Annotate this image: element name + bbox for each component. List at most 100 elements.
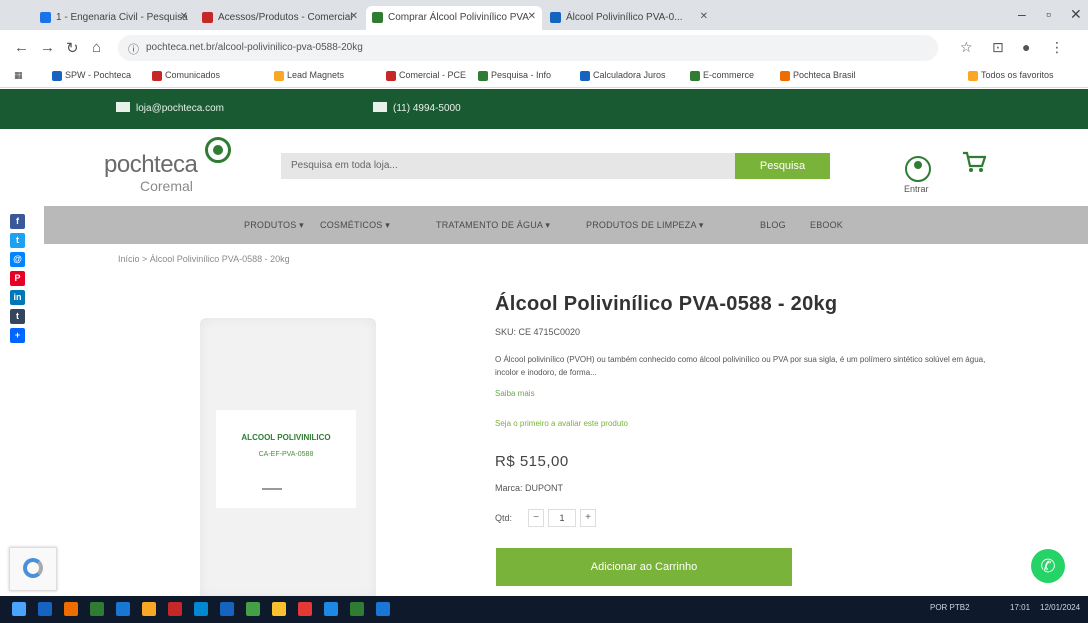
menu-kebab-icon[interactable]: ⋮ [1050, 39, 1064, 56]
phone-contact[interactable]: (11) 4994-5000 [373, 102, 461, 114]
nav-item[interactable]: BLOG [760, 220, 786, 230]
home-icon[interactable]: ⌂ [92, 39, 101, 56]
pinterest-icon[interactable]: P [10, 271, 25, 286]
email-contact[interactable]: loja@pochteca.com [116, 102, 224, 114]
bookmark-item[interactable]: Pesquisa - Info [478, 70, 552, 81]
taskbar-app-icon[interactable] [246, 602, 260, 616]
taskbar-app-icon[interactable] [220, 602, 234, 616]
site-top-bar: loja@pochteca.com (11) 4994-5000 [0, 89, 1088, 129]
browser-tab[interactable]: Comprar Álcool Polivinílico PVA ✕ [366, 6, 542, 30]
product-price: R$ 515,00 [495, 453, 569, 470]
browser-tab[interactable]: Álcool Polivinílico PVA-0... ✕ [544, 6, 714, 30]
quantity-increase-button[interactable]: + [580, 509, 596, 527]
taskbar-app-icon[interactable] [142, 602, 156, 616]
bookmark-label: Comunicados [165, 70, 221, 80]
user-login-label[interactable]: Entrar [904, 184, 929, 194]
taskbar-app-icon[interactable] [272, 602, 286, 616]
twitter-icon[interactable]: t [10, 233, 25, 248]
profile-icon[interactable]: ● [1022, 39, 1030, 55]
close-window-icon[interactable]: ✕ [1070, 6, 1082, 23]
bookmark-item[interactable]: Calculadora Juros [580, 70, 666, 81]
nav-item[interactable]: COSMÉTICOS ▾ [320, 220, 390, 231]
tab-close-icon[interactable]: ✕ [180, 11, 188, 22]
nav-item[interactable]: PRODUTOS DE LIMPEZA ▾ [586, 220, 704, 231]
forward-icon[interactable]: → [40, 39, 55, 56]
category-nav: PRODUTOS ▾ COSMÉTICOS ▾ TRATAMENTO DE ÁGUA… [44, 206, 1088, 244]
taskbar-app-icon[interactable] [38, 602, 52, 616]
taskbar-app-icon[interactable] [64, 602, 78, 616]
review-link[interactable]: Seja o primeiro a avaliar este produto [495, 419, 628, 428]
apps-icon[interactable]: ▦ [14, 70, 23, 81]
tab-close-icon[interactable]: ✕ [350, 11, 358, 22]
tab-close-icon[interactable]: ✕ [700, 11, 708, 22]
whatsapp-icon[interactable]: ✆ [1031, 549, 1065, 583]
nav-item[interactable]: TRATAMENTO DE ÁGUA ▾ [436, 220, 550, 231]
email-icon[interactable]: @ [10, 252, 25, 267]
maximize-icon[interactable]: ▫ [1046, 6, 1051, 22]
bookmark-star-icon[interactable]: ☆ [960, 39, 973, 56]
extensions-icon[interactable]: ⊡ [992, 39, 1004, 56]
taskbar-app-icon[interactable] [376, 602, 390, 616]
recaptcha-badge[interactable] [9, 547, 57, 591]
tray-language[interactable]: POR PTB2 [930, 603, 970, 612]
bookmark-item[interactable]: Comercial - PCE [386, 70, 466, 81]
bookmark-label: Lead Magnets [287, 70, 345, 80]
search-button[interactable]: Pesquisa [735, 153, 830, 179]
add-to-cart-button[interactable]: Adicionar ao Carrinho [496, 548, 792, 586]
tray-date[interactable]: 12/01/2024 [1040, 603, 1080, 612]
nav-item[interactable]: EBOOK [810, 220, 843, 230]
product-title: Álcool Polivinílico PVA-0588 - 20kg [495, 293, 838, 315]
cart-icon[interactable] [962, 151, 986, 173]
tumblr-icon[interactable]: t [10, 309, 25, 324]
facebook-icon[interactable]: f [10, 214, 25, 229]
start-icon[interactable] [12, 602, 26, 616]
taskbar-app-icon[interactable] [298, 602, 312, 616]
linkedin-icon[interactable]: in [10, 290, 25, 305]
taskbar-app-icon[interactable] [168, 602, 182, 616]
reload-icon[interactable]: ↻ [66, 39, 79, 57]
tab-label: Acessos/Produtos - Comercial [218, 12, 353, 23]
phone-icon [373, 102, 387, 112]
bookmark-item[interactable]: Lead Magnets [274, 70, 345, 81]
nav-item[interactable]: PRODUTOS ▾ [244, 220, 304, 231]
taskbar-app-icon[interactable] [116, 602, 130, 616]
read-more-link[interactable]: Saiba mais [495, 389, 535, 398]
tab-label: Álcool Polivinílico PVA-0... [566, 12, 683, 23]
breadcrumb[interactable]: Início > Álcool Polivinílico PVA-0588 - … [118, 254, 290, 264]
bookmark-label: Calculadora Juros [593, 70, 666, 80]
bookmark-label: Pochteca Brasil [793, 70, 856, 80]
browser-tab[interactable]: Acessos/Produtos - Comercial ✕ [196, 6, 364, 30]
share-more-icon[interactable]: + [10, 328, 25, 343]
taskbar-app-icon[interactable] [324, 602, 338, 616]
tab-label: 1 - Engenaria Civil - Pesquisa [56, 12, 188, 23]
user-icon[interactable] [905, 156, 931, 182]
tab-favicon-icon [40, 12, 51, 23]
product-image-subtitle: CA-EF-PVA-0588 [258, 451, 314, 458]
bookmark-favicon-icon [690, 71, 700, 81]
bookmark-item[interactable]: E-commerce [690, 70, 754, 81]
product-image-label [216, 410, 356, 508]
quantity-decrease-button[interactable]: − [528, 509, 544, 527]
bookmark-item[interactable]: Todos os favoritos [968, 70, 1054, 81]
taskbar-app-icon[interactable] [350, 602, 364, 616]
taskbar-app-icon[interactable] [90, 602, 104, 616]
tab-favicon-icon [550, 12, 561, 23]
bookmark-favicon-icon [386, 71, 396, 81]
taskbar-app-icon[interactable] [194, 602, 208, 616]
site-info-icon[interactable]: ⓘ [128, 41, 139, 57]
url-input[interactable]: ⓘ pochteca.net.br/alcool-polivinilico-pv… [118, 35, 938, 61]
bookmark-label: Pesquisa - Info [491, 70, 552, 80]
product-description: O Álcool polivinílico (PVOH) ou também c… [495, 355, 986, 377]
tray-time[interactable]: 17:01 [1010, 603, 1030, 612]
minimize-icon[interactable]: – [1018, 6, 1026, 22]
bookmark-item[interactable]: SPW - Pochteca [52, 70, 131, 81]
bookmark-item[interactable]: Pochteca Brasil [780, 70, 856, 81]
quantity-input[interactable]: 1 [548, 509, 576, 527]
bookmark-item[interactable]: Comunicados [152, 70, 221, 81]
quantity-label: Qtd: [495, 513, 513, 523]
browser-tab[interactable]: 1 - Engenaria Civil - Pesquisa ✕ [34, 6, 194, 30]
tab-close-icon[interactable]: ✕ [528, 11, 536, 22]
logo-text[interactable]: pochteca [104, 151, 198, 179]
back-icon[interactable]: ← [14, 39, 29, 56]
search-input[interactable]: Pesquisa em toda loja... [281, 153, 735, 179]
